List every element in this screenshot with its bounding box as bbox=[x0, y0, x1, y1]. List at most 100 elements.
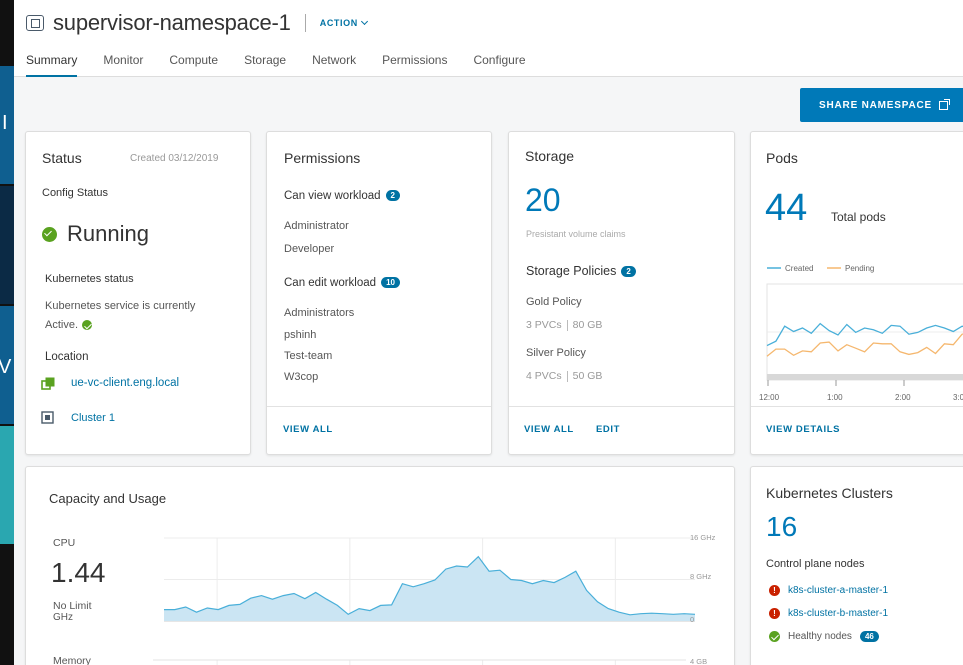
view-all-storage-link[interactable]: VIEW ALL bbox=[524, 424, 574, 435]
pods-total-label: Total pods bbox=[831, 210, 886, 224]
pods-title: Pods bbox=[766, 150, 798, 166]
healthy-row: Healthy nodes 46 bbox=[769, 631, 879, 642]
edit-storage-link[interactable]: EDIT bbox=[596, 424, 620, 435]
chevron-down-icon bbox=[360, 17, 368, 26]
k8s-active-row: Active. bbox=[45, 319, 93, 331]
title-divider bbox=[304, 14, 306, 32]
memory-tick: 4 GB bbox=[690, 657, 707, 665]
legend-pending: Pending bbox=[845, 264, 874, 273]
app-window: supervisor-namespace-1 ACTION Summary Mo… bbox=[14, 0, 963, 665]
permissions-footer: VIEW ALL bbox=[267, 406, 491, 454]
location-host-link[interactable]: ue-vc-client.eng.local bbox=[71, 377, 179, 389]
edit-user: Administrators bbox=[284, 307, 355, 319]
tab-network[interactable]: Network bbox=[312, 46, 356, 77]
cpu-tick: 8 GHz bbox=[690, 572, 712, 581]
tab-bar: Summary Monitor Compute Storage Network … bbox=[26, 46, 552, 77]
policy-name: Silver Policy bbox=[526, 347, 586, 359]
external-link-icon bbox=[938, 98, 950, 110]
tab-summary[interactable]: Summary bbox=[26, 46, 78, 77]
check-circle-icon bbox=[82, 320, 93, 330]
capacity-card: Capacity and Usage CPU 1.44 No Limit GHz… bbox=[25, 466, 735, 665]
namespace-icon bbox=[26, 15, 44, 31]
check-circle-icon bbox=[769, 631, 780, 642]
policy-usage: 3 PVCs 80 GB bbox=[526, 319, 602, 331]
storage-card: Storage 20 Presistant volume claims Stor… bbox=[508, 131, 735, 455]
edit-user: pshinh bbox=[284, 329, 317, 341]
policy-size: 80 GB bbox=[572, 319, 603, 331]
permissions-card: Permissions Can view workload 2 Administr… bbox=[266, 131, 492, 455]
k8s-active-text: Active. bbox=[45, 319, 79, 331]
strip-segment bbox=[0, 186, 14, 304]
action-label: ACTION bbox=[319, 18, 358, 28]
cpu-tick: 0 bbox=[690, 615, 694, 624]
tab-compute[interactable]: Compute bbox=[169, 46, 218, 77]
baseline-bar bbox=[767, 374, 963, 380]
legend-created: Created bbox=[785, 264, 813, 273]
control-plane-label: Control plane nodes bbox=[766, 558, 865, 570]
vcenter-icon bbox=[41, 377, 55, 391]
check-circle-icon bbox=[42, 226, 57, 242]
x-tick-label: 2:00 bbox=[895, 393, 911, 402]
cpu-tick: 16 GHz bbox=[690, 533, 716, 542]
k8s-cluster-count: 16 bbox=[766, 511, 798, 542]
edit-count-badge: 10 bbox=[381, 277, 400, 289]
divider bbox=[566, 319, 568, 331]
created-date: Created 03/12/2019 bbox=[130, 153, 219, 164]
view-all-permissions-link[interactable]: VIEW ALL bbox=[283, 424, 333, 435]
strip-segment bbox=[0, 426, 14, 544]
edit-workload-row: Can edit workload 10 bbox=[284, 277, 400, 289]
policy-pvcs: 3 PVCs bbox=[526, 319, 562, 331]
tab-permissions[interactable]: Permissions bbox=[382, 46, 447, 77]
node-link[interactable]: k8s-cluster-a-master-1 bbox=[788, 585, 888, 596]
running-status: Running bbox=[42, 221, 149, 247]
cluster-link[interactable]: Cluster 1 bbox=[71, 412, 115, 424]
permissions-title: Permissions bbox=[284, 150, 361, 166]
x-tick-label: 3:00 bbox=[953, 393, 963, 402]
cluster-icon bbox=[41, 411, 54, 424]
view-workload-row: Can view workload 2 bbox=[284, 190, 400, 202]
policies-count-badge: 2 bbox=[621, 266, 636, 278]
node-row: ! k8s-cluster-b-master-1 bbox=[769, 608, 888, 619]
view-workload-label: Can view workload bbox=[284, 190, 381, 202]
tab-configure[interactable]: Configure bbox=[473, 46, 525, 77]
header: supervisor-namespace-1 ACTION Summary Mo… bbox=[14, 0, 963, 77]
view-user: Administrator bbox=[284, 220, 349, 232]
share-namespace-label: SHARE NAMESPACE bbox=[819, 99, 932, 111]
storage-policies-label: Storage Policies bbox=[526, 264, 617, 278]
pvc-label: Presistant volume claims bbox=[526, 229, 626, 239]
edit-user: W3cop bbox=[284, 371, 319, 383]
config-status-label: Config Status bbox=[42, 187, 109, 199]
pods-footer: VIEW DETAILS bbox=[751, 406, 963, 454]
storage-footer: VIEW ALL EDIT bbox=[509, 406, 734, 454]
status-title: Status bbox=[42, 150, 82, 166]
running-text: Running bbox=[67, 221, 149, 246]
pods-line-chart: Created Pending 12:001:002:003:00 10 5 bbox=[759, 264, 963, 402]
error-icon: ! bbox=[769, 585, 780, 596]
action-menu-button[interactable]: ACTION bbox=[319, 17, 368, 28]
cpu-area-chart: 16 GHz 8 GHz 0 4 GB bbox=[153, 533, 716, 665]
k8s-status-label: Kubernetes status bbox=[45, 273, 134, 285]
tab-storage[interactable]: Storage bbox=[244, 46, 286, 77]
view-count-badge: 2 bbox=[385, 190, 400, 202]
status-card: Status Created 03/12/2019 Config Status … bbox=[25, 131, 251, 455]
share-namespace-button[interactable]: SHARE NAMESPACE bbox=[800, 88, 963, 122]
k8s-status-text: Kubernetes service is currently bbox=[45, 300, 196, 312]
view-details-link[interactable]: VIEW DETAILS bbox=[766, 424, 840, 435]
x-tick-label: 12:00 bbox=[759, 393, 780, 402]
strip-text: I bbox=[2, 112, 8, 134]
error-icon: ! bbox=[769, 608, 780, 619]
title-row: supervisor-namespace-1 ACTION bbox=[26, 10, 368, 36]
left-strip: I V bbox=[0, 0, 14, 665]
strip-text: V bbox=[0, 356, 12, 378]
storage-title: Storage bbox=[525, 148, 575, 164]
tab-monitor[interactable]: Monitor bbox=[103, 46, 143, 77]
divider bbox=[566, 370, 568, 382]
healthy-label: Healthy nodes bbox=[788, 631, 852, 642]
location-label: Location bbox=[45, 351, 89, 363]
node-link[interactable]: k8s-cluster-b-master-1 bbox=[788, 608, 888, 619]
edit-user: Test-team bbox=[284, 350, 333, 362]
policy-size: 50 GB bbox=[572, 370, 603, 382]
view-user: Developer bbox=[284, 243, 335, 255]
storage-policies-row: Storage Policies 2 bbox=[526, 264, 636, 278]
x-tick-label: 1:00 bbox=[827, 393, 843, 402]
